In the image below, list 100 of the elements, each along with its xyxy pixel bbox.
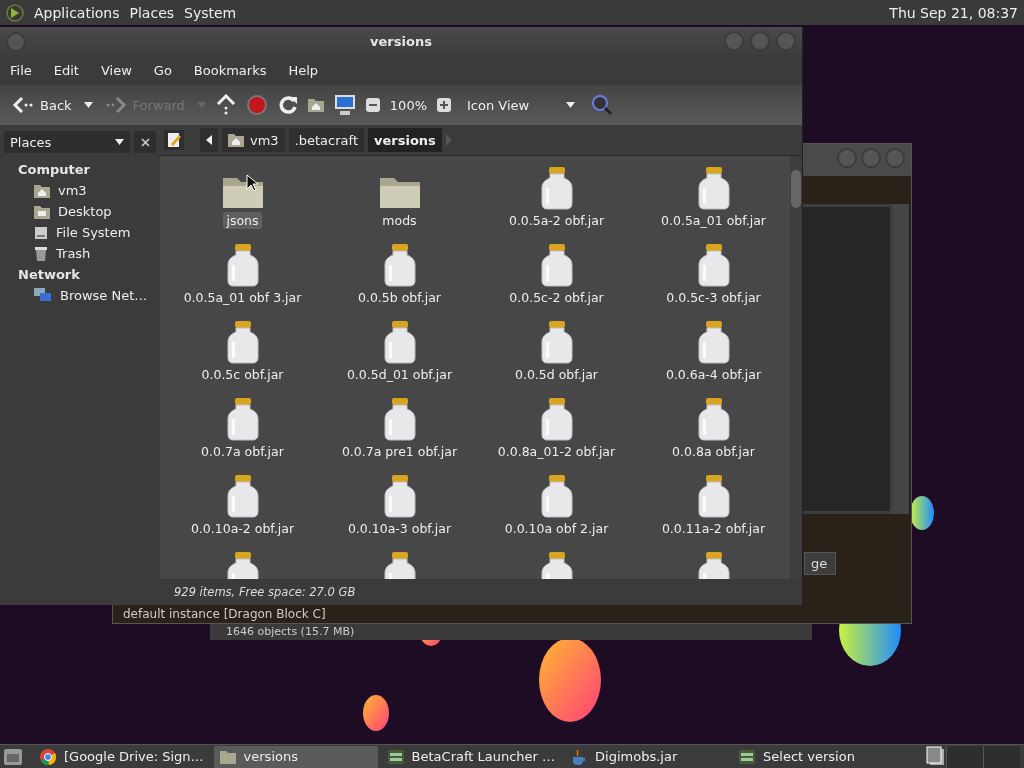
- file-name[interactable]: 0.0.5c-3 obf.jar: [663, 289, 764, 306]
- folder-icon: [219, 749, 236, 764]
- sidebar-item[interactable]: vm3: [4, 180, 156, 201]
- jar-icon: [539, 243, 574, 287]
- scrollbar[interactable]: [893, 204, 909, 514]
- menu-item[interactable]: Help: [288, 62, 319, 78]
- taskbar-button[interactable]: BetaCraft Launcher …: [381, 745, 562, 768]
- window-title: versions: [370, 33, 432, 49]
- menu-item[interactable]: View: [100, 62, 132, 78]
- file-name[interactable]: 0.0.10a obf 2.jar: [501, 520, 612, 537]
- jar-icon: [225, 397, 260, 441]
- drive-icon: [34, 225, 48, 240]
- reload-icon[interactable]: [277, 95, 298, 115]
- caret-icon[interactable]: [566, 102, 575, 108]
- jar-icon: [696, 243, 731, 287]
- show-desktop-icon[interactable]: [4, 748, 22, 765]
- sidebar-item[interactable]: File System: [4, 222, 156, 243]
- taskbar-button[interactable]: [Google Drive: Sign…: [34, 745, 210, 768]
- computer-icon[interactable]: [333, 94, 356, 116]
- file-name[interactable]: mods: [379, 212, 420, 229]
- path-button[interactable]: .betacraft: [288, 128, 364, 152]
- home-folder-icon: [307, 98, 324, 112]
- back-button[interactable]: Back: [10, 94, 74, 116]
- file-name[interactable]: 0.0.5d obf.jar: [511, 366, 601, 383]
- menu-item[interactable]: Go: [153, 62, 172, 78]
- launcher-button[interactable]: ge: [804, 552, 837, 575]
- panel-menu[interactable]: System: [184, 4, 237, 21]
- view-dropdown[interactable]: Icon View: [461, 96, 581, 114]
- jar-icon: [696, 320, 731, 364]
- menu-item[interactable]: File: [10, 62, 32, 78]
- browser-icon: [40, 748, 56, 765]
- edit-icon[interactable]: [164, 130, 184, 150]
- file-name[interactable]: 0.0.7a obf.jar: [198, 443, 287, 460]
- jar-icon: [696, 474, 731, 518]
- section-header: Network: [17, 266, 81, 284]
- logo-icon: [6, 3, 24, 22]
- jar-icon: [382, 243, 417, 287]
- menu-item[interactable]: Edit: [53, 62, 79, 78]
- zoom-in-icon[interactable]: [437, 98, 451, 112]
- jar-icon: [225, 243, 260, 287]
- taskbar-button[interactable]: versions: [213, 745, 378, 768]
- file-name[interactable]: 0.0.6a-4 obf.jar: [662, 366, 765, 383]
- jar-icon: [382, 397, 417, 441]
- clock[interactable]: Thu Sep 21, 08:37: [889, 4, 1018, 21]
- java-icon: [571, 748, 588, 765]
- taskbar-button[interactable]: Select version: [733, 745, 898, 768]
- file-name[interactable]: 0.0.5a_01 obf 3.jar: [180, 289, 305, 306]
- file-name[interactable]: 0.0.5b obf.jar: [354, 289, 444, 306]
- section-header: Computer: [17, 161, 92, 179]
- scrollbar[interactable]: [790, 156, 802, 579]
- file-name[interactable]: 0.0.5c obf.jar: [198, 366, 287, 383]
- sidebar-item[interactable]: Browse Net…: [4, 285, 156, 306]
- search-icon[interactable]: [591, 94, 613, 116]
- path-button[interactable]: versions: [368, 128, 442, 152]
- jar-icon: [225, 474, 260, 518]
- jar-icon: [539, 320, 574, 364]
- desktop-folder-icon: [34, 204, 50, 219]
- panel-menu[interactable]: Applications: [34, 4, 120, 21]
- file-name[interactable]: 0.0.7a pre1 obf.jar: [338, 443, 461, 460]
- file-name[interactable]: 0.0.5a_01 obf.jar: [658, 212, 769, 229]
- close-button[interactable]: [134, 131, 156, 153]
- up-arrow-icon[interactable]: [215, 94, 236, 116]
- trash-icon: [34, 246, 48, 261]
- workspace-icon[interactable]: [926, 745, 946, 766]
- file-name[interactable]: 0.0.8a_01-2 obf.jar: [494, 443, 619, 460]
- jar-icon: [539, 166, 574, 210]
- caret-icon[interactable]: [83, 102, 93, 108]
- path-button[interactable]: vm3: [222, 128, 285, 152]
- app-icon: [739, 749, 756, 764]
- sidebar-item[interactable]: Trash: [4, 243, 156, 264]
- jar-icon: [539, 474, 574, 518]
- left-arrow-icon: [206, 135, 212, 145]
- jar-icon: [382, 474, 417, 518]
- home-folder-icon: [34, 183, 50, 198]
- file-name[interactable]: 0.0.11a-2 obf.jar: [658, 520, 769, 537]
- zoom-level: 100%: [389, 97, 427, 113]
- network-icon: [34, 288, 52, 303]
- cursor-icon: [246, 174, 258, 192]
- taskbar-button[interactable]: Digimobs.jar: [565, 745, 730, 768]
- status-text: 1646 objects (15.7 MB): [226, 625, 355, 638]
- file-name[interactable]: 0.0.10a-2 obf.jar: [187, 520, 298, 537]
- back-arrow-icon: [12, 96, 34, 114]
- file-name[interactable]: 0.0.5a-2 obf.jar: [505, 212, 608, 229]
- status-text: default instance [Dragon Block C]: [123, 607, 326, 621]
- file-name[interactable]: 0.0.5d_01 obf.jar: [343, 366, 456, 383]
- file-name[interactable]: jsons: [223, 212, 262, 229]
- places-dropdown[interactable]: Places: [4, 131, 130, 153]
- zoom-out-icon[interactable]: [365, 98, 380, 112]
- home-folder-icon: [228, 133, 244, 147]
- file-name[interactable]: 0.0.8a obf.jar: [669, 443, 758, 460]
- close-icon: [140, 138, 150, 147]
- forward-arrow-icon: [104, 96, 127, 114]
- file-name[interactable]: 0.0.10a-3 obf.jar: [344, 520, 455, 537]
- file-name[interactable]: 0.0.5c-2 obf.jar: [506, 289, 607, 306]
- jar-icon: [225, 320, 260, 364]
- sidebar-item[interactable]: Desktop: [4, 201, 156, 222]
- jar-icon: [539, 397, 574, 441]
- panel-menu[interactable]: Places: [129, 4, 175, 21]
- path-back-button[interactable]: [200, 128, 218, 152]
- menu-item[interactable]: Bookmarks: [193, 62, 267, 78]
